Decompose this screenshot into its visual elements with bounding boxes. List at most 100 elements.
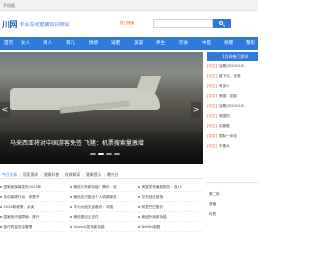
hot-row-category: [中文] [207,134,217,138]
bullet-icon [138,206,140,208]
hot-row-title[interactable]: 美国：定制 [219,94,237,98]
nav-item-tcm[interactable]: 中医 [202,37,211,50]
hot-row-title[interactable]: 链下点，优惠 [219,74,241,78]
side-box-line[interactable]: 资格 [209,202,216,207]
list-item[interactable]: 双创保健行动，你是不 [0,193,64,202]
image-slider[interactable]: 马来西亚将对中国游客免签 飞猪：机票搜索量激增 < > [0,52,203,164]
list-item[interactable]: 微信支付推出个人收款服务 [70,193,134,202]
hot-row-title[interactable]: 买跑鞋 [219,124,230,128]
nav-item-home[interactable]: 首页 [4,37,13,50]
list-item[interactable]: 华为大姐夫孟晚舟：中国 [70,203,134,212]
nav-item-parenting[interactable]: 育儿 [66,37,75,50]
list-item[interactable]: OpenAI发布新功能 [70,223,134,232]
hot-row[interactable]: [中文] 买跑鞋 [207,123,258,130]
slide-image-shade [0,132,203,164]
news-title[interactable]: 淘宝发布最新报告：双11 [142,185,183,189]
slide-caption[interactable]: 马来西亚将对中国游客免签 飞猪：机票搜索量激增 [10,138,144,147]
tab-headlines[interactable]: 今日头条 [2,171,17,179]
hot-row[interactable]: [中文] 有多少 [207,83,258,90]
bullet-icon [138,186,140,188]
nav-item-men[interactable]: 男人 [43,37,52,50]
news-title[interactable]: Netflix新剧 [142,225,161,229]
hot-row-title[interactable]: 谷歌(GOOGLE) [219,104,245,108]
tab-separator: | [83,172,85,177]
slider-dot-active[interactable] [98,153,104,155]
hot-row-category: [中文] [207,74,217,78]
list-item[interactable]: 淘宝发布最新报告：双11 [138,183,202,192]
tab-separator: | [20,172,22,177]
hot-row-title[interactable]: 有多少 [219,84,230,88]
news-title[interactable]: 京东回应被指 [142,195,164,199]
news-title[interactable]: 双创保健行动，你是不 [4,195,40,199]
hot-row-title[interactable]: 国际一体化 [219,134,237,138]
news-title[interactable]: 国家医疗保障局：推行 [4,215,40,219]
search-button[interactable] [213,19,231,28]
mobile-version-link[interactable]: 手机版 [3,3,15,9]
side-box-line[interactable]: 第二批 [209,192,220,197]
news-title[interactable]: 美团外卖新功能 [142,215,167,219]
top-bar: 手机版 [0,0,258,11]
news-title[interactable]: 阿里巴巴股价 [142,205,164,209]
tab-health-tips[interactable]: 健康提示 [86,171,101,179]
tab-health-science[interactable]: 健康科普 [44,171,59,179]
news-title[interactable]: 微信支付推出个人收款服务 [74,195,117,199]
nav-item-women[interactable]: 女人 [21,37,30,50]
list-item[interactable]: 阿里巴巴股价 [138,203,202,212]
news-title[interactable]: 华为大姐夫孟晚舟：中国 [74,205,114,209]
list-item[interactable]: 国家医疗保障局：推行 [0,213,64,222]
hot-row-title[interactable]: 谷歌(GOOGLE) [219,64,245,68]
bullet-icon [0,206,2,208]
hot-row[interactable]: [中文] 平衡大 [207,143,258,150]
news-title[interactable]: OpenAI发布新功能 [74,225,105,229]
nav-item-diet[interactable]: 减肥 [111,37,120,50]
tab-exposure[interactable]: 曝光台 [107,171,118,179]
slider-dot[interactable] [114,153,120,155]
tab-separator: | [41,172,43,177]
hot-row[interactable]: [中文] 谷歌(GOOGLE) [207,63,258,70]
header: 川网 专业在线健康知识网站 热门搜索 [0,11,258,37]
nav-item-beauty[interactable]: 美容 [134,37,143,50]
list-item[interactable]: 国家医保局发布2023年 [0,183,64,192]
list-item[interactable]: 微信又有新功能！腾讯：该 [70,183,134,192]
slider-dot[interactable] [106,153,112,155]
hot-row[interactable]: [中文] 美国：定制 [207,93,258,100]
nav-item-health[interactable]: 保健 [224,37,233,50]
news-title[interactable]: 国家医保局发布2023年 [4,185,42,189]
bullet-icon [138,216,140,218]
news-title[interactable]: 微信推出云支付 [74,215,99,219]
hot-row-category: [中文] [207,84,217,88]
bullet-icon [0,186,2,188]
nav-item-wellness[interactable]: 养生 [156,37,165,50]
tab-national-news[interactable]: 国家要闻 [23,171,38,179]
slider-dot[interactable] [90,153,96,155]
nav-item-plastic[interactable]: 整形 [246,37,255,50]
site-logo[interactable]: 川网 [2,19,18,30]
news-title[interactable]: 医疗质量安全管理 [4,225,33,229]
search-tab-hot[interactable]: 热门搜索 [120,21,134,26]
hot-row-title[interactable]: 美国的 [219,114,230,118]
hot-row-title[interactable]: 平衡大 [219,144,230,148]
news-title[interactable]: 微信又有新功能！腾讯：该 [74,185,117,189]
list-item[interactable]: 2024新政策，买卖 [0,203,64,212]
nav-item-food[interactable]: 饮食 [179,37,188,50]
list-item[interactable]: 美团外卖新功能 [138,213,202,222]
list-item[interactable]: Netflix新剧 [138,223,202,232]
bullet-icon [0,226,2,228]
nav-item-emotion[interactable]: 情感 [89,37,98,50]
list-item[interactable]: 微信推出云支付 [70,213,134,222]
hot-row[interactable]: [中文] 美国的 [207,113,258,120]
hot-row[interactable]: [中文] 链下点，优惠 [207,73,258,80]
news-title[interactable]: 2024新政策，买卖 [4,205,35,209]
side-box-line[interactable]: 标签 [209,212,216,217]
list-item[interactable]: 京东回应被指 [138,193,202,202]
search-input[interactable] [153,19,213,28]
slider-next-button[interactable]: > [191,102,201,118]
tab-separator: | [62,172,64,177]
hot-row[interactable]: [中文] 谷歌(GOOGLE) [207,103,258,110]
hot-row-category: [中文] [207,94,217,98]
hot-row[interactable]: [中文] 国际一体化 [207,133,258,140]
slider-prev-button[interactable]: < [0,102,10,118]
list-item[interactable]: 医疗质量安全管理 [0,223,64,232]
bullet-icon [138,196,140,198]
tab-official-interpretation[interactable]: 权威解读 [65,171,80,179]
